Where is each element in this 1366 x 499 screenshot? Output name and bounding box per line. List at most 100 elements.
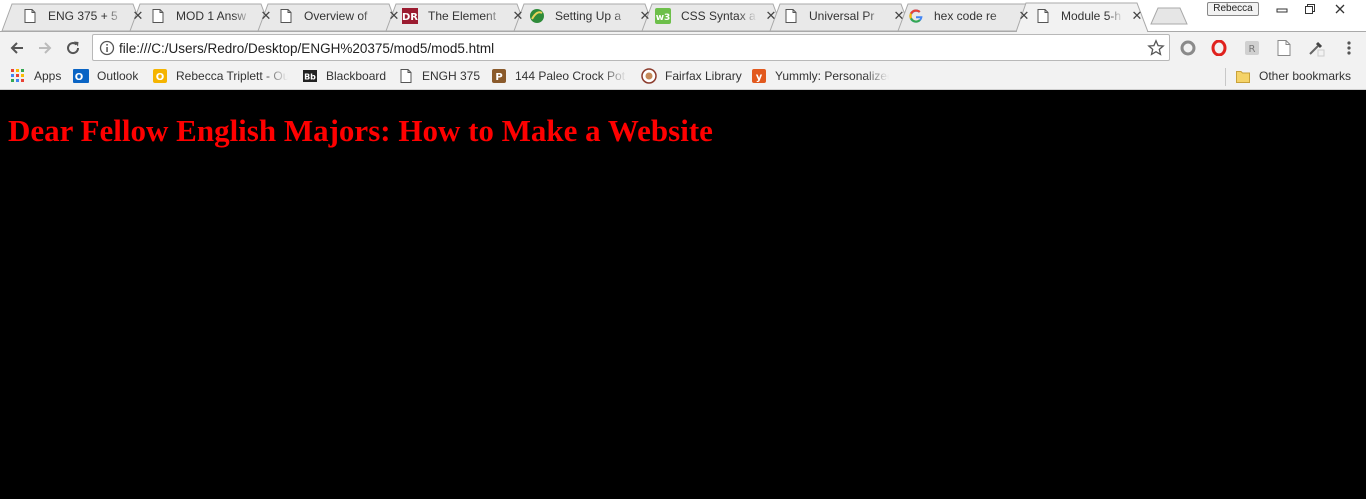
restore-button[interactable]	[1296, 0, 1324, 17]
page-icon	[1035, 8, 1051, 24]
back-button[interactable]	[6, 37, 28, 59]
browser-toolbar: file:///C:/Users/Redro/Desktop/ENGH%2037…	[0, 32, 1366, 63]
close-icon[interactable]: ✕	[1018, 9, 1030, 22]
bookmark-label: Yummly: Personalized	[775, 69, 889, 83]
svg-text:R: R	[1249, 44, 1256, 55]
back-arrow-icon	[10, 42, 23, 54]
page-icon	[783, 8, 799, 24]
tab-title: The Element	[428, 9, 497, 23]
new-tab-button[interactable]	[1150, 7, 1188, 25]
bookmark-label: Outlook	[97, 69, 139, 83]
bookmark-label: Apps	[34, 69, 62, 83]
bookmark-engh-375[interactable]: ENGH 375	[398, 67, 480, 85]
folder-icon	[1235, 68, 1251, 84]
svg-text:w3: w3	[656, 13, 671, 23]
close-icon[interactable]: ✕	[132, 9, 144, 22]
svg-text:O: O	[75, 72, 84, 83]
address-bar[interactable]: file:///C:/Users/Redro/Desktop/ENGH%2037…	[92, 34, 1170, 61]
bookmark-label: Other bookmarks	[1259, 69, 1352, 83]
dr-logo-icon: DR	[402, 8, 418, 24]
bookmarks-bar: Apps O Outlook O Rebecca Triplett - Out …	[0, 63, 1366, 90]
bookmark-apps[interactable]: Apps	[10, 67, 61, 85]
bookmark-rebecca-triplett[interactable]: O Rebecca Triplett - Out	[152, 67, 288, 85]
minimize-button[interactable]	[1268, 0, 1296, 17]
eyedropper-extension-icon[interactable]	[1307, 39, 1325, 57]
restore-icon	[1305, 3, 1315, 14]
tab-the-element[interactable]: DR The Element ✕	[402, 5, 524, 27]
apps-grid-icon	[10, 68, 26, 84]
tab-overview[interactable]: Overview of ✕	[278, 5, 400, 27]
page-icon	[22, 8, 38, 24]
info-icon[interactable]	[99, 40, 115, 56]
svg-text:y: y	[756, 72, 763, 83]
profile-button[interactable]: Rebecca	[1207, 2, 1259, 16]
extension-ring-icon[interactable]	[1179, 39, 1197, 57]
tab-universal[interactable]: Universal Pr ✕	[783, 5, 905, 27]
bookmark-label: 144 Paleo Crock Pot R	[515, 69, 627, 83]
tab-title: Universal Pr	[809, 9, 875, 23]
bookmark-yummly[interactable]: y Yummly: Personalized	[751, 67, 889, 85]
tab-mod-1[interactable]: MOD 1 Answ ✕	[150, 5, 272, 27]
close-icon[interactable]: ✕	[512, 9, 524, 22]
forward-arrow-icon	[39, 42, 52, 54]
bookmarks-divider	[1225, 68, 1226, 86]
page-icon	[278, 8, 294, 24]
bookmark-label: Rebecca Triplett - Out	[176, 69, 288, 83]
svg-text:Bb: Bb	[304, 73, 316, 82]
bookmark-fairfax-library[interactable]: Fairfax Library	[641, 67, 742, 85]
close-icon[interactable]: ✕	[639, 9, 651, 22]
p-badge-icon: P	[491, 68, 507, 84]
tab-setting-up[interactable]: Setting Up a ✕	[529, 5, 651, 27]
tab-hex-code[interactable]: hex code re ✕	[908, 5, 1030, 27]
reload-icon	[67, 41, 80, 55]
tab-title: Module 5-h	[1061, 9, 1122, 23]
close-icon[interactable]: ✕	[893, 9, 905, 22]
close-icon	[1335, 4, 1345, 13]
svg-text:DR: DR	[402, 12, 418, 23]
url-text[interactable]: file:///C:/Users/Redro/Desktop/ENGH%2037…	[119, 41, 494, 56]
extension-letter-icon[interactable]: R	[1243, 39, 1261, 57]
close-window-button[interactable]	[1326, 0, 1354, 17]
page-icon	[398, 68, 414, 84]
bookmark-label: Fairfax Library	[665, 69, 742, 83]
google-g-icon	[908, 8, 924, 24]
bookmark-label: Blackboard	[326, 69, 387, 83]
blackboard-icon: Bb	[302, 68, 318, 84]
forward-button[interactable]	[34, 37, 56, 59]
document-extension-icon[interactable]	[1275, 39, 1293, 57]
w3-logo-icon: w3	[655, 8, 671, 24]
minimize-icon	[1276, 8, 1288, 12]
tab-title: MOD 1 Answ	[176, 9, 247, 23]
svg-text:O: O	[156, 72, 165, 83]
tab-title: hex code re	[934, 9, 997, 23]
library-seal-icon	[641, 68, 657, 84]
page-viewport: Dear Fellow English Majors: How to Make …	[0, 91, 1366, 499]
tab-css-syntax[interactable]: w3 CSS Syntax a ✕	[655, 5, 777, 27]
svg-text:P: P	[495, 72, 502, 83]
opera-extension-icon[interactable]	[1210, 39, 1228, 57]
bookmark-label: ENGH 375	[422, 69, 481, 83]
tab-title: Setting Up a	[555, 9, 622, 23]
page-icon	[150, 8, 166, 24]
reload-button[interactable]	[62, 37, 84, 59]
menu-dots-icon[interactable]	[1340, 39, 1358, 57]
close-icon[interactable]: ✕	[1131, 9, 1143, 22]
close-icon[interactable]: ✕	[388, 9, 400, 22]
tab-module-5[interactable]: Module 5-h ✕	[1035, 5, 1143, 27]
tab-strip: ENG 375 + 5 ✕ MOD 1 Answ ✕ Overview of ✕…	[0, 0, 1366, 32]
close-icon[interactable]: ✕	[765, 9, 777, 22]
leaf-logo-icon	[529, 8, 545, 24]
yummly-icon: y	[751, 68, 767, 84]
tab-title: CSS Syntax a	[681, 9, 756, 23]
bookmark-outlook[interactable]: O Outlook	[73, 67, 138, 85]
bookmark-paleo-crock-pot[interactable]: P 144 Paleo Crock Pot R	[491, 67, 627, 85]
o-badge-icon: O	[152, 68, 168, 84]
other-bookmarks-folder[interactable]: Other bookmarks	[1235, 67, 1351, 85]
close-icon[interactable]: ✕	[260, 9, 272, 22]
bookmark-blackboard[interactable]: Bb Blackboard	[302, 67, 386, 85]
outlook-icon: O	[73, 68, 89, 84]
tab-title: Overview of	[304, 9, 368, 23]
bookmark-star-icon[interactable]	[1147, 39, 1165, 57]
page-heading: Dear Fellow English Majors: How to Make …	[8, 113, 713, 148]
tab-eng-375[interactable]: ENG 375 + 5 ✕	[22, 5, 144, 27]
